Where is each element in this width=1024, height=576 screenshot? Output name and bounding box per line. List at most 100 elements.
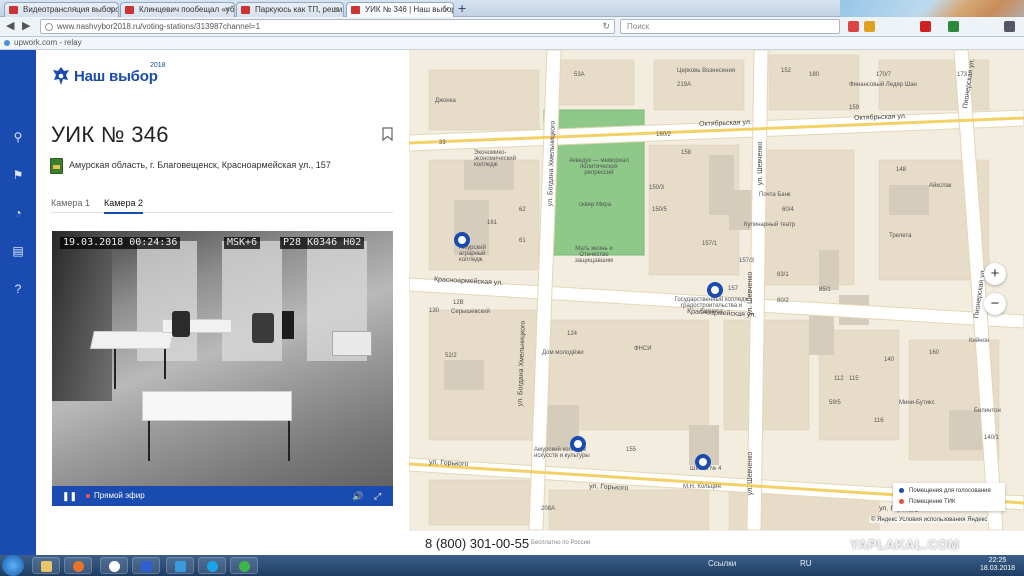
close-icon[interactable]: × [109,3,114,16]
map-place-label: Дом молодёжи [542,350,584,356]
house-number: 85/1 [819,287,831,293]
search-input[interactable]: Поиск [620,19,840,34]
polling-station-pin[interactable] [454,232,470,248]
polling-station-pin[interactable] [695,454,711,470]
street-label: ул. Шевченко [747,451,755,496]
map-place-label: Билинтон [974,408,1001,414]
map-place-label: Серышевский [451,309,490,315]
map-place-label: Почта Банк [759,192,791,198]
logo-year: 2018 [150,62,166,69]
upwork-icon [239,561,250,572]
back-icon[interactable]: ◀ [6,19,14,33]
left-rail: ⚲ ⚑ ◔ ▤ ? [0,50,36,555]
house-number: 160 [929,350,940,356]
house-number: 130 [429,308,440,314]
help-icon[interactable]: ? [11,282,25,296]
close-icon[interactable]: × [225,3,230,16]
firefox-icon [73,561,84,572]
house-number: 208А [541,506,556,512]
map-place-label: Государственный колледж градостроительст… [674,297,749,315]
taskbar-app[interactable] [100,557,128,574]
house-number: 180 [809,72,820,78]
clock-time: 22:25 [988,557,1007,564]
url-toolbar: ◀ ▶ www.nashvybor2018.ru/voting-stations… [0,17,1024,37]
map-place-label: Кийнон [969,338,990,344]
house-number: 116 [874,418,884,424]
extension-icon[interactable] [948,21,959,32]
house-number: 157 [728,286,739,292]
tab-camera-2[interactable]: Камера 2 [104,198,143,214]
globe-icon [45,23,53,31]
language-indicator[interactable]: RU [800,559,812,568]
eagle-emblem-icon [52,66,70,86]
taskbar-app[interactable] [32,557,60,574]
pocket-icon[interactable] [864,21,875,32]
polling-station-pin[interactable] [707,282,723,298]
house-number: 157/1 [702,241,718,247]
fullscreen-button[interactable]: ⤢ [374,486,381,506]
bookmark-link[interactable]: upwork.com - relay [14,38,82,47]
close-icon[interactable]: × [334,3,339,16]
map-place-label: Трелета [889,233,912,239]
taskbar-links[interactable]: Ссылки [708,559,736,568]
close-icon[interactable]: × [444,3,449,16]
video-player[interactable]: 19.03.2018 00:24:36 MSK+6 P28 K0346 H02 … [52,231,393,506]
map[interactable]: Октябрьская ул. Октябрьская ул. Красноар… [409,50,1024,530]
browser-tab-active[interactable]: УИК № 346 | Наш выбор... × [346,2,454,18]
new-tab-button[interactable]: + [458,1,466,16]
bookmark-icon[interactable]: ⚑ [11,168,25,182]
house-number: 83/1 [777,272,789,278]
map-place-label: Акведук — мемориал политических репресси… [569,158,629,176]
house-number: 148 [896,167,907,173]
map-place-label: М.Н. Кольцин [683,484,721,490]
abp-icon[interactable] [920,21,931,32]
map-copyright[interactable]: © Яндекс Условия использования Яндекс [869,517,990,523]
browser-tab[interactable]: Клинцевич пообещал «убр... × [120,2,235,17]
region-flag-icon [50,158,63,174]
map-place-label: Мать жизнь и Отечество защищавшим [574,246,614,264]
taskbar-app[interactable] [64,557,92,574]
map-place-label: Кулинарный театр [744,222,796,228]
video-controls: ❚❚ Прямой эфир 🔊 ⤢ [52,486,393,506]
taskbar-app[interactable] [166,557,194,574]
bookmark-icon[interactable] [382,127,393,141]
taskbar-app[interactable] [132,557,160,574]
taskbar-app[interactable] [198,557,226,574]
house-number: 158 [681,150,692,156]
house-number: 155 [626,447,637,453]
browser-tab[interactable]: Видеотрансляция выборо... × [4,2,119,17]
star-icon[interactable] [848,21,859,32]
tab-camera-1[interactable]: Камера 1 [51,198,90,212]
map-place-label: Церковь Вознесения [677,68,736,74]
map-place-label: Экономико-экономический колледж [474,150,517,168]
zoom-out-button[interactable]: − [984,293,1006,315]
hotline-phone[interactable]: 8 (800) 301-00-55 [425,536,529,551]
volume-button[interactable]: 🔊 [352,486,363,506]
camera-tabs: Камера 1 Камера 2 [51,198,393,214]
pause-button[interactable]: ❚❚ [62,486,77,506]
browser-tab-label: Клинцевич пообещал «убр... [139,5,235,14]
polling-station-pin[interactable] [570,436,586,452]
reload-icon[interactable]: ↻ [602,20,610,33]
logo[interactable]: Наш выбор 2018 [52,62,166,88]
video-timezone: MSK+6 [224,237,261,249]
browser-tab[interactable]: Паркуюсь как ТП, решил... × [236,2,344,17]
speed-icon[interactable]: ◔ [11,206,25,220]
forward-icon[interactable]: ▶ [22,19,30,33]
chat-icon[interactable]: ▤ [11,244,25,258]
house-number: 140 [884,357,895,363]
legend-dot-icon [899,487,904,493]
zoom-in-button[interactable]: + [984,263,1006,285]
clock-date: 18.03.2018 [980,565,1016,572]
url-field[interactable]: www.nashvybor2018.ru/voting-stations/313… [40,19,615,34]
taskbar-app[interactable] [230,557,258,574]
search-icon[interactable]: ⚲ [11,130,25,144]
menu-icon[interactable] [1004,21,1015,32]
favicon-icon [241,6,250,14]
house-number: 124 [567,331,578,337]
start-button[interactable] [2,555,24,576]
system-clock[interactable]: 22:25 18.03.2018 [980,557,1015,573]
url-text: www.nashvybor2018.ru/voting-stations/313… [57,22,261,31]
os-taskbar: Ссылки RU 22:25 18.03.2018 [0,555,1024,576]
browser-tab-label: УИК № 346 | Наш выбор... [365,5,454,14]
